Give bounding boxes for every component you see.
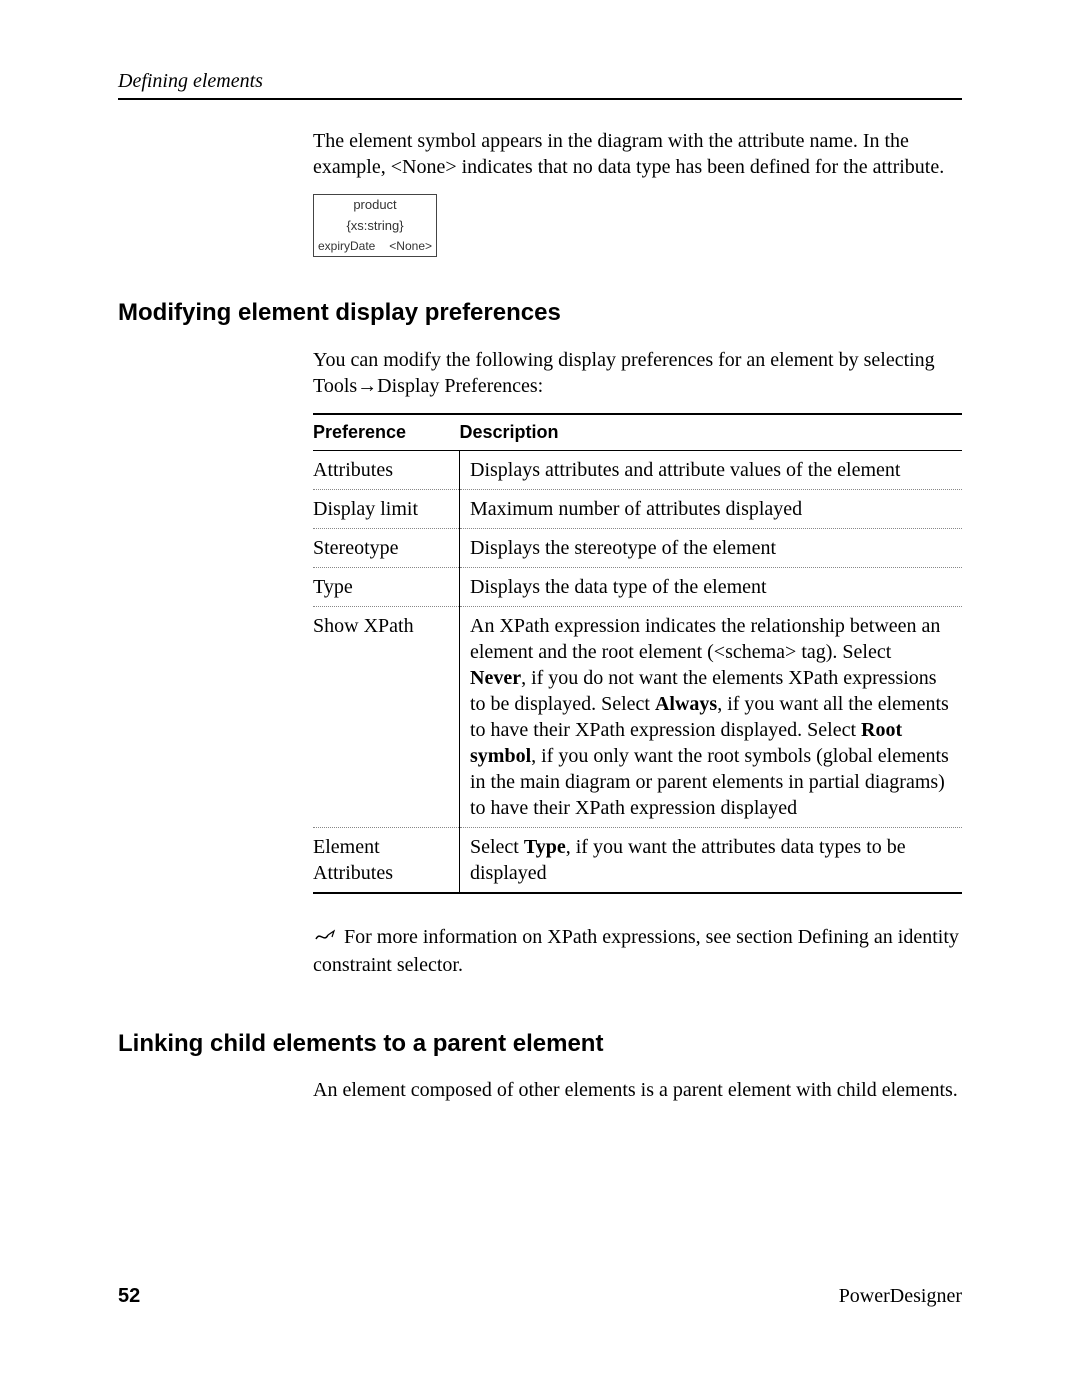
desc-cell: Maximum number of attributes displayed [460,489,963,528]
section2-body: An element composed of other elements is… [313,1077,962,1103]
page-footer: 52 PowerDesigner [118,1283,962,1309]
pref-cell: Display limit [313,489,460,528]
table-row: Display limitMaximum number of attribute… [313,489,962,528]
section1-intro-paragraph: You can modify the following display pre… [313,347,962,399]
section1-intro-after: Display Preferences: [377,375,543,397]
table-row: StereotypeDisplays the stereotype of the… [313,528,962,567]
table-row: AttributesDisplays attributes and attrib… [313,450,962,489]
note-icon [313,926,339,952]
diagram-attr-row: expiryDate <None> [314,237,436,257]
section-heading-linking: Linking child elements to a parent eleme… [118,1028,962,1059]
pref-cell: Element Attributes [313,827,460,893]
note-text: For more information on XPath expression… [313,926,959,976]
desc-cell: Displays attributes and attribute values… [460,450,963,489]
pref-cell: Type [313,567,460,606]
col-header-preference: Preference [313,414,460,451]
element-symbol-diagram: product {xs:string} expiryDate <None> [313,194,437,257]
desc-cell: An XPath expression indicates the relati… [460,606,963,827]
section1-body: You can modify the following display pre… [313,347,962,978]
section2-paragraph: An element composed of other elements is… [313,1077,962,1103]
table-row: Element AttributesSelect Type, if you wa… [313,827,962,893]
section-heading-modifying: Modifying element display preferences [118,297,962,328]
col-header-description: Description [460,414,963,451]
table-header-row: Preference Description [313,414,962,451]
pref-cell: Stereotype [313,528,460,567]
table-row: Show XPathAn XPath expression indicates … [313,606,962,827]
desc-cell: Displays the data type of the element [460,567,963,606]
intro-paragraph: The element symbol appears in the diagra… [313,128,962,180]
product-name: PowerDesigner [839,1283,962,1309]
desc-cell: Select Type, if you want the attributes … [460,827,963,893]
pref-cell: Show XPath [313,606,460,827]
table-row: TypeDisplays the data type of the elemen… [313,567,962,606]
diagram-subtitle: {xs:string} [314,216,436,237]
preferences-table: Preference Description AttributesDisplay… [313,413,962,894]
pref-cell: Attributes [313,450,460,489]
diagram-attr-name: expiryDate [318,239,375,255]
intro-block: The element symbol appears in the diagra… [313,128,962,257]
page-number: 52 [118,1283,140,1309]
diagram-attr-type: <None> [389,239,432,255]
xpath-note: For more information on XPath expression… [313,924,962,978]
running-header: Defining elements [118,68,962,100]
desc-cell: Displays the stereotype of the element [460,528,963,567]
page: Defining elements The element symbol app… [0,0,1080,1397]
arrow-icon: → [357,375,377,397]
diagram-title: product [314,195,436,216]
